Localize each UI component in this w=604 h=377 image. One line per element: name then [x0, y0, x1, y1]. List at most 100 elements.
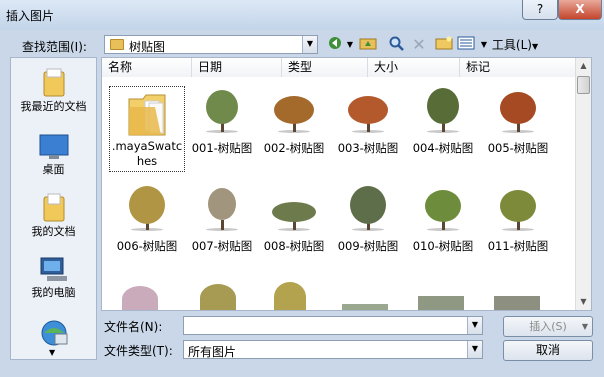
views-dropdown[interactable]: ▼	[480, 36, 488, 54]
file-item[interactable]: 001-树贴图	[184, 88, 260, 156]
tree-canopy	[500, 190, 536, 222]
views-button[interactable]	[456, 36, 476, 54]
file-name: .mayaSwatches	[111, 139, 183, 168]
my-computer-icon	[40, 257, 67, 281]
tree-thumbnail	[346, 186, 390, 231]
tree-thumbnail	[200, 88, 244, 133]
place-my-documents[interactable]: 我的文档	[11, 193, 96, 239]
file-thumbnail-partial[interactable]	[200, 284, 236, 310]
file-thumbnail-partial[interactable]	[418, 296, 464, 310]
file-name: 009-树贴图	[337, 239, 399, 253]
up-folder-icon	[359, 38, 377, 50]
file-item[interactable]: 002-树贴图	[256, 88, 332, 156]
file-item-folder[interactable]: .mayaSwatches	[109, 86, 185, 172]
chevron-down-icon: ▼	[581, 322, 588, 331]
file-thumbnail-partial[interactable]	[274, 282, 306, 310]
tree-canopy	[272, 202, 316, 222]
delete-button[interactable]: ✕	[410, 36, 428, 54]
scroll-thumb[interactable]	[577, 76, 590, 94]
back-button[interactable]	[326, 36, 344, 54]
folder-icon	[110, 39, 124, 50]
filename-label: 文件名(N):	[104, 320, 163, 334]
column-header-date[interactable]: 日期	[192, 58, 282, 77]
tree-thumbnail	[272, 88, 316, 133]
scroll-down-icon[interactable]: ▼	[576, 294, 591, 310]
places-scroll-down-icon[interactable]: ▼	[49, 348, 55, 357]
tree-thumbnail	[421, 186, 465, 231]
tree-thumbnail	[346, 88, 390, 133]
place-label: 我的电脑	[31, 286, 76, 299]
title-bar: 插入图片 ? X	[0, 0, 604, 30]
filetype-value: 所有图片	[188, 345, 237, 359]
file-name: 003-树贴图	[337, 141, 399, 155]
file-thumbnail-partial[interactable]	[494, 296, 540, 310]
place-label: 桌面	[42, 163, 65, 176]
file-name: 001-树贴图	[191, 141, 253, 155]
tools-menu[interactable]: 工具(L)▼	[490, 36, 540, 54]
new-folder-icon	[435, 36, 453, 50]
insert-label: 插入(S)	[529, 320, 567, 333]
file-item[interactable]: 008-树贴图	[256, 186, 332, 254]
tree-thumbnail	[496, 186, 540, 231]
file-name: 010-树贴图	[412, 239, 474, 253]
file-name: 011-树贴图	[487, 239, 549, 253]
new-folder-button[interactable]	[434, 36, 454, 54]
window-title: 插入图片	[6, 9, 55, 23]
file-item[interactable]: 007-树贴图	[184, 186, 260, 254]
help-button[interactable]: ?	[522, 0, 558, 20]
insert-button[interactable]: 插入(S) ▼	[503, 316, 593, 337]
tools-label: 工具(L)	[491, 38, 532, 52]
file-item[interactable]: 004-树贴图	[405, 88, 481, 156]
file-thumbnail-partial[interactable]	[342, 304, 388, 310]
chevron-down-icon[interactable]: ▼	[467, 317, 482, 334]
place-desktop[interactable]: 桌面	[11, 133, 96, 177]
file-item[interactable]: 003-树贴图	[330, 88, 406, 156]
place-my-computer[interactable]: 我的电脑	[11, 256, 96, 300]
file-name: 007-树贴图	[191, 239, 253, 253]
file-item[interactable]: 010-树贴图	[405, 186, 481, 254]
filename-input[interactable]: ▼	[183, 316, 483, 335]
vertical-scrollbar[interactable]: ▲ ▼	[575, 58, 591, 310]
place-label: 我的文档	[31, 225, 76, 238]
place-network[interactable]	[11, 320, 96, 348]
folder-icon	[128, 94, 166, 136]
up-folder-button[interactable]	[358, 36, 378, 54]
cancel-button[interactable]: 取消	[503, 340, 593, 361]
file-item[interactable]: 005-树贴图	[480, 88, 556, 156]
column-header-type[interactable]: 类型	[282, 58, 368, 77]
chevron-down-icon[interactable]: ▼	[467, 341, 482, 358]
filetype-label: 文件类型(T):	[104, 344, 173, 358]
tree-thumbnail	[200, 186, 244, 231]
close-button[interactable]: X	[558, 0, 602, 20]
tree-canopy	[274, 96, 314, 124]
lookin-label: 查找范围(I):	[22, 40, 87, 54]
file-list: 名称 日期 类型 大小 标记 .mayaSwatches 001-树贴图 002…	[101, 57, 592, 311]
my-documents-icon	[43, 193, 64, 222]
column-header-name[interactable]: 名称	[102, 58, 192, 77]
views-icon	[457, 36, 475, 50]
scroll-up-icon[interactable]: ▲	[576, 58, 591, 74]
network-globe-icon	[41, 320, 67, 346]
file-thumbnail-partial[interactable]	[122, 286, 158, 310]
column-header-size[interactable]: 大小	[368, 58, 460, 77]
filetype-select[interactable]: 所有图片 ▼	[183, 340, 483, 359]
search-web-button[interactable]	[388, 36, 406, 54]
tree-thumbnail	[125, 186, 169, 231]
file-item[interactable]: 009-树贴图	[330, 186, 406, 254]
tree-thumbnail	[421, 88, 465, 133]
place-recent[interactable]: 我最近的文档	[11, 68, 96, 114]
lookin-value: 树贴图	[129, 40, 166, 54]
back-arrow-icon	[329, 37, 341, 49]
chevron-down-icon[interactable]: ▼	[302, 36, 317, 53]
file-item[interactable]: 011-树贴图	[480, 186, 556, 254]
tree-canopy	[425, 190, 461, 222]
file-item[interactable]: 006-树贴图	[109, 186, 185, 254]
back-dropdown[interactable]: ▼	[346, 36, 354, 54]
tree-canopy	[350, 186, 386, 224]
tree-thumbnail	[496, 88, 540, 133]
tree-canopy	[427, 88, 459, 124]
lookin-combo[interactable]: 树贴图 ▼	[104, 35, 318, 54]
column-header-tag[interactable]: 标记	[460, 58, 577, 77]
place-label: 我最近的文档	[20, 100, 87, 113]
tree-canopy	[206, 90, 238, 124]
